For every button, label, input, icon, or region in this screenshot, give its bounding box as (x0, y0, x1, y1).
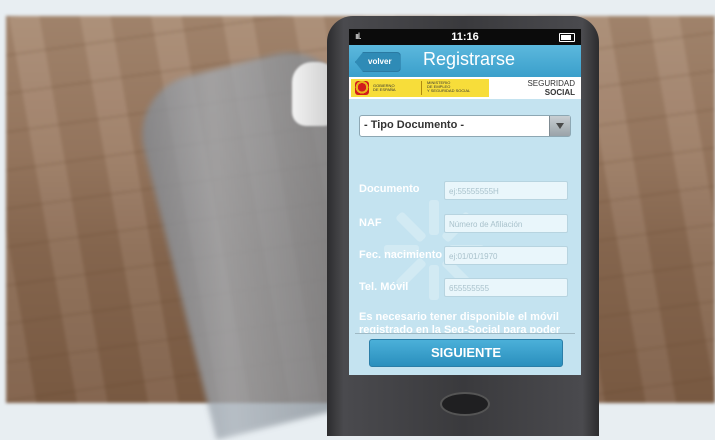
nav-bar: volver Registrarse (349, 45, 581, 77)
status-bar: ııl. 11:16 (349, 29, 581, 45)
clock: 11:16 (451, 31, 479, 43)
documento-input[interactable]: ej:55555555H (444, 181, 568, 200)
home-button (440, 392, 490, 416)
logo-bar: GOBIERNO DE ESPAÑA MINISTERIO DE EMPLEO … (349, 77, 581, 99)
fecha-nacimiento-label: Fec. nacimiento (359, 249, 443, 261)
logo-divider (421, 81, 422, 95)
document-type-value: - Tipo Documento - (364, 119, 465, 131)
social-text: SOCIAL (544, 88, 575, 97)
battery-icon (559, 33, 575, 42)
back-button[interactable]: volver (355, 52, 401, 72)
seguridad-text: SEGURIDAD (527, 79, 575, 88)
registration-note: Es necesario tener disponible el móvil r… (359, 311, 561, 333)
registration-form: - Tipo Documento - Documento ej:55555555… (349, 99, 581, 333)
naf-input[interactable]: Número de Afiliación (444, 214, 568, 233)
seguridad-social-logo: SEGURIDAD SOCIAL (527, 79, 575, 97)
ministerio-text: MINISTERIO DE EMPLEO Y SEGURIDAD SOCIAL (427, 80, 471, 93)
phone-screen: ııl. 11:16 volver Registrarse GOBIERNO D… (349, 29, 581, 375)
page-title: Registrarse (423, 49, 516, 69)
fecha-nacimiento-input[interactable]: ej:01/01/1970 (444, 246, 568, 265)
gobierno-text: GOBIERNO DE ESPAÑA (373, 83, 396, 92)
naf-label: NAF (359, 217, 382, 229)
documento-label: Documento (359, 183, 420, 195)
chevron-down-icon[interactable] (549, 116, 570, 136)
document-type-select[interactable]: - Tipo Documento - (359, 115, 571, 137)
gobierno-logo: GOBIERNO DE ESPAÑA MINISTERIO DE EMPLEO … (351, 79, 489, 97)
siguiente-button[interactable]: SIGUIENTE (369, 339, 563, 367)
telefono-movil-input[interactable]: 655555555 (444, 278, 568, 297)
divider (355, 333, 575, 334)
bottom-bar: SIGUIENTE (349, 333, 581, 375)
coat-of-arms-icon (355, 81, 369, 95)
telefono-movil-label: Tel. Móvil (359, 281, 409, 293)
